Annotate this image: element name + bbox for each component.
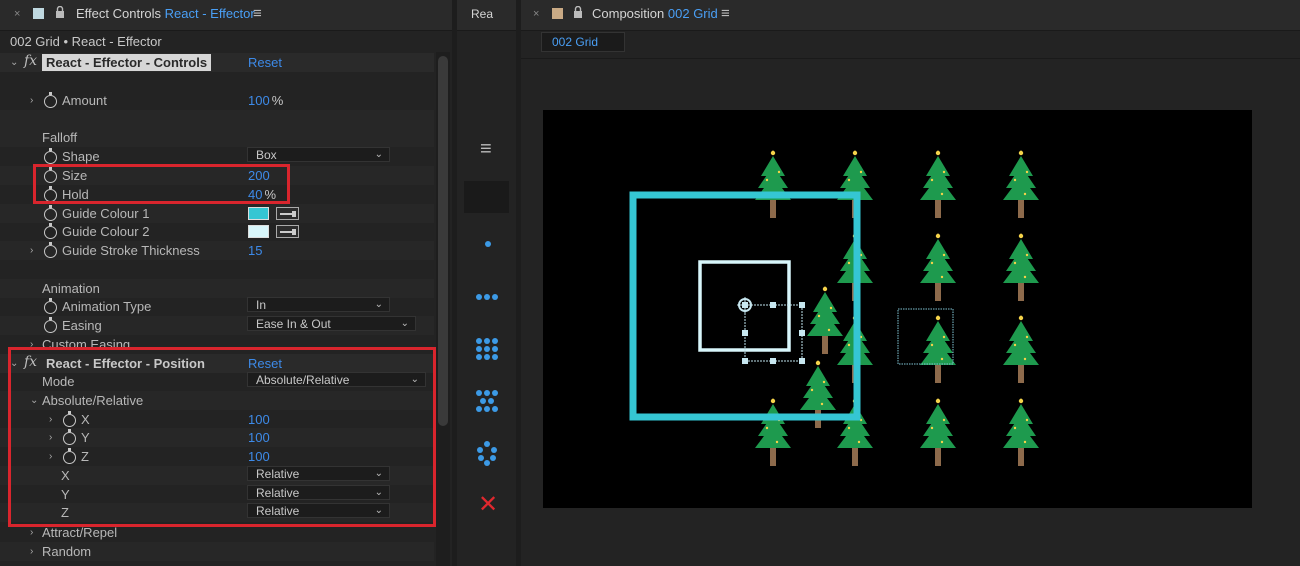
effect-controls-tab-title: Effect Controls <box>76 6 162 21</box>
close-tab-icon[interactable]: × <box>533 8 539 20</box>
effect-controls-tab-layer: React - Effector <box>164 6 255 21</box>
eyedropper-icon[interactable] <box>276 207 299 220</box>
panel-menu-icon[interactable]: ≡ <box>253 5 262 22</box>
stopwatch-icon[interactable] <box>44 205 57 221</box>
composition-canvas <box>629 150 1039 466</box>
chevron-right-icon[interactable]: › <box>30 335 33 347</box>
stopwatch-icon[interactable] <box>44 223 57 239</box>
falloff-row: Falloff <box>0 128 434 147</box>
highlight-box-size-hold <box>33 164 290 204</box>
tree-icon <box>1003 233 1039 301</box>
chevron-right-icon[interactable]: › <box>30 241 33 260</box>
chevron-down-icon: ⌄ <box>374 299 383 310</box>
amount-row: › Amount 100% <box>0 91 434 110</box>
animation-label: Animation <box>42 281 100 296</box>
blank-row <box>0 72 434 91</box>
custom-easing-label: Custom Easing <box>42 337 131 347</box>
comp-color-icon <box>552 8 563 19</box>
guide-colour-1-label: Guide Colour 1 <box>62 206 150 221</box>
anchor-point-icon[interactable] <box>737 297 753 313</box>
close-tab-icon[interactable]: × <box>14 8 20 20</box>
animation-type-row: Animation Type In ⌄ <box>0 297 434 316</box>
tree-icon <box>920 150 956 218</box>
tree-icon <box>755 398 791 466</box>
composition-tab-name: 002 Grid <box>667 6 718 21</box>
random-row[interactable]: › Random <box>0 542 434 561</box>
controls-effect-name[interactable]: React - Effector - Controls <box>42 54 212 71</box>
controls-reset-button[interactable]: Reset <box>248 53 282 72</box>
react-panel-tab-title[interactable]: Rea <box>471 7 493 21</box>
chevron-down-icon: ⌄ <box>400 318 409 329</box>
tree-icon <box>1003 398 1039 466</box>
random-label: Random <box>42 544 92 559</box>
easing-label: Easing <box>62 318 102 333</box>
easing-dropdown[interactable]: Ease In & Out ⌄ <box>247 316 416 331</box>
guide-colour-2-swatch[interactable] <box>248 225 269 238</box>
chevron-right-icon[interactable]: › <box>30 542 33 561</box>
viewer-comp-tab[interactable]: 002 Grid <box>541 32 625 52</box>
guide-colour-1-swatch[interactable] <box>248 207 269 220</box>
lock-icon[interactable] <box>55 5 64 18</box>
falloff-label: Falloff <box>42 130 78 145</box>
viewer-divider <box>521 58 1300 59</box>
fx-icon[interactable]: fx <box>24 52 37 71</box>
tree-icon <box>920 315 956 383</box>
layer-color-icon <box>33 8 44 19</box>
tree-icon <box>807 286 843 354</box>
composition-tab-title: Composition <box>592 6 665 21</box>
preview-swatch[interactable] <box>464 181 509 213</box>
easing-value: Ease In & Out <box>256 317 331 331</box>
guide-colour-2-label: Guide Colour 2 <box>62 224 150 239</box>
chevron-right-icon[interactable]: › <box>30 91 33 110</box>
lock-icon[interactable] <box>573 5 582 18</box>
custom-easing-row[interactable]: › Custom Easing <box>0 335 434 347</box>
scrollbar-thumb[interactable] <box>438 56 448 426</box>
tree-icon <box>1003 315 1039 383</box>
guide-colour-2-row: Guide Colour 2 <box>0 222 434 241</box>
guide-colour-1-row: Guide Colour 1 <box>0 204 434 223</box>
blank-row <box>0 260 434 279</box>
shape-value: Box <box>256 148 277 162</box>
selection-bounding-box[interactable] <box>742 302 805 364</box>
eyedropper-icon[interactable] <box>276 225 299 238</box>
chevron-down-icon: ⌄ <box>374 149 383 160</box>
amount-number[interactable]: 100 <box>248 93 270 108</box>
tree-icon <box>920 398 956 466</box>
highlight-box-position-effect <box>8 347 436 527</box>
effect-controls-tab[interactable]: Effect Controls React - Effector <box>76 6 255 21</box>
stopwatch-icon[interactable] <box>44 317 57 333</box>
animation-type-label: Animation Type <box>62 299 152 314</box>
tree-icon <box>1003 150 1039 218</box>
animation-type-value: In <box>256 298 267 312</box>
blank-row <box>0 110 434 129</box>
breadcrumb: 002 Grid • React - Effector <box>10 34 162 49</box>
amount-unit: % <box>271 93 284 108</box>
shape-dropdown[interactable]: Box ⌄ <box>247 147 390 162</box>
amount-value[interactable]: 100% <box>248 91 283 110</box>
composition-tab[interactable]: Composition 002 Grid <box>592 6 718 21</box>
stopwatch-icon[interactable] <box>44 92 57 108</box>
chevron-down-icon[interactable]: ⌄ <box>10 53 18 72</box>
panel-menu-icon[interactable]: ≡ <box>721 5 730 22</box>
animation-row: Animation <box>0 279 434 298</box>
hamburger-menu-icon[interactable]: ≡ <box>480 138 492 161</box>
react-panel: Rea ≡ ✕ <box>457 0 516 566</box>
tree-icon <box>755 150 791 218</box>
guide-stroke-value[interactable]: 15 <box>248 241 262 260</box>
effect-controls-panel: × Effect Controls React - Effector ≡ 002… <box>0 0 452 566</box>
tree-icon <box>920 233 956 301</box>
animation-type-dropdown[interactable]: In ⌄ <box>247 297 390 312</box>
close-red-icon[interactable]: ✕ <box>478 490 498 519</box>
guide-stroke-row: › Guide Stroke Thickness 15 <box>0 241 434 260</box>
easing-row: Easing Ease In & Out ⌄ <box>0 316 434 335</box>
controls-effect-header[interactable]: ⌄ fx React - Effector - Controls Reset <box>0 53 434 72</box>
amount-label: Amount <box>62 93 107 108</box>
guide-stroke-label: Guide Stroke Thickness <box>62 243 200 258</box>
stopwatch-icon[interactable] <box>44 148 57 164</box>
composition-viewer[interactable] <box>543 110 1252 508</box>
stopwatch-icon[interactable] <box>44 298 57 314</box>
stopwatch-icon[interactable] <box>44 242 57 258</box>
